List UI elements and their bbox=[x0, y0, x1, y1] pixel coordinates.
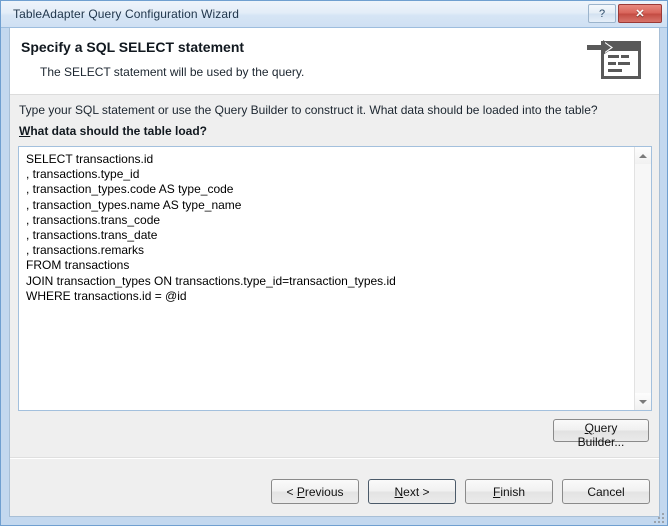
instruction-text: Type your SQL statement or use the Query… bbox=[19, 103, 598, 117]
wizard-footer: < Previous Next > Finish Cancel bbox=[271, 479, 650, 504]
sql-field-label: What data should the table load? bbox=[19, 124, 207, 138]
dialog-client-area: Specify a SQL SELECT statement The SELEC… bbox=[9, 28, 660, 517]
sql-select-statement-icon bbox=[587, 36, 645, 86]
scroll-down-arrow-icon[interactable] bbox=[635, 393, 651, 410]
query-builder-accel: Q bbox=[584, 421, 594, 435]
previous-rest: revious bbox=[304, 484, 344, 499]
previous-prefix: < bbox=[286, 484, 297, 499]
window-controls: ? ✕ bbox=[588, 4, 662, 23]
wizard-body: Type your SQL statement or use the Query… bbox=[10, 95, 659, 516]
cancel-button[interactable]: Cancel bbox=[562, 479, 650, 504]
query-builder-button[interactable]: Query Builder... bbox=[553, 419, 649, 449]
next-rest: ext > bbox=[403, 484, 430, 499]
sql-input[interactable] bbox=[19, 147, 634, 410]
wizard-header: Specify a SQL SELECT statement The SELEC… bbox=[10, 28, 659, 95]
resize-grip[interactable] bbox=[652, 511, 664, 523]
sql-field-label-rest: hat data should the table load? bbox=[30, 124, 208, 138]
sql-vertical-scrollbar[interactable] bbox=[634, 147, 651, 410]
title-bar[interactable]: TableAdapter Query Configuration Wizard … bbox=[1, 1, 667, 28]
wizard-window: TableAdapter Query Configuration Wizard … bbox=[0, 0, 668, 526]
previous-accel: P bbox=[296, 484, 305, 499]
page-subtitle: The SELECT statement will be used by the… bbox=[40, 65, 305, 79]
previous-button[interactable]: < Previous bbox=[271, 479, 359, 504]
scroll-up-arrow-icon[interactable] bbox=[635, 147, 651, 164]
sql-field-label-accel: W bbox=[19, 124, 31, 138]
help-button[interactable]: ? bbox=[588, 4, 616, 23]
footer-divider bbox=[10, 457, 659, 459]
sql-editor[interactable] bbox=[18, 146, 652, 411]
page-title: Specify a SQL SELECT statement bbox=[21, 39, 245, 55]
next-accel: N bbox=[394, 484, 404, 499]
finish-rest: inish bbox=[500, 484, 526, 499]
close-button[interactable]: ✕ bbox=[618, 4, 662, 23]
next-button[interactable]: Next > bbox=[368, 479, 456, 504]
finish-button[interactable]: Finish bbox=[465, 479, 553, 504]
window-title: TableAdapter Query Configuration Wizard bbox=[13, 7, 240, 21]
